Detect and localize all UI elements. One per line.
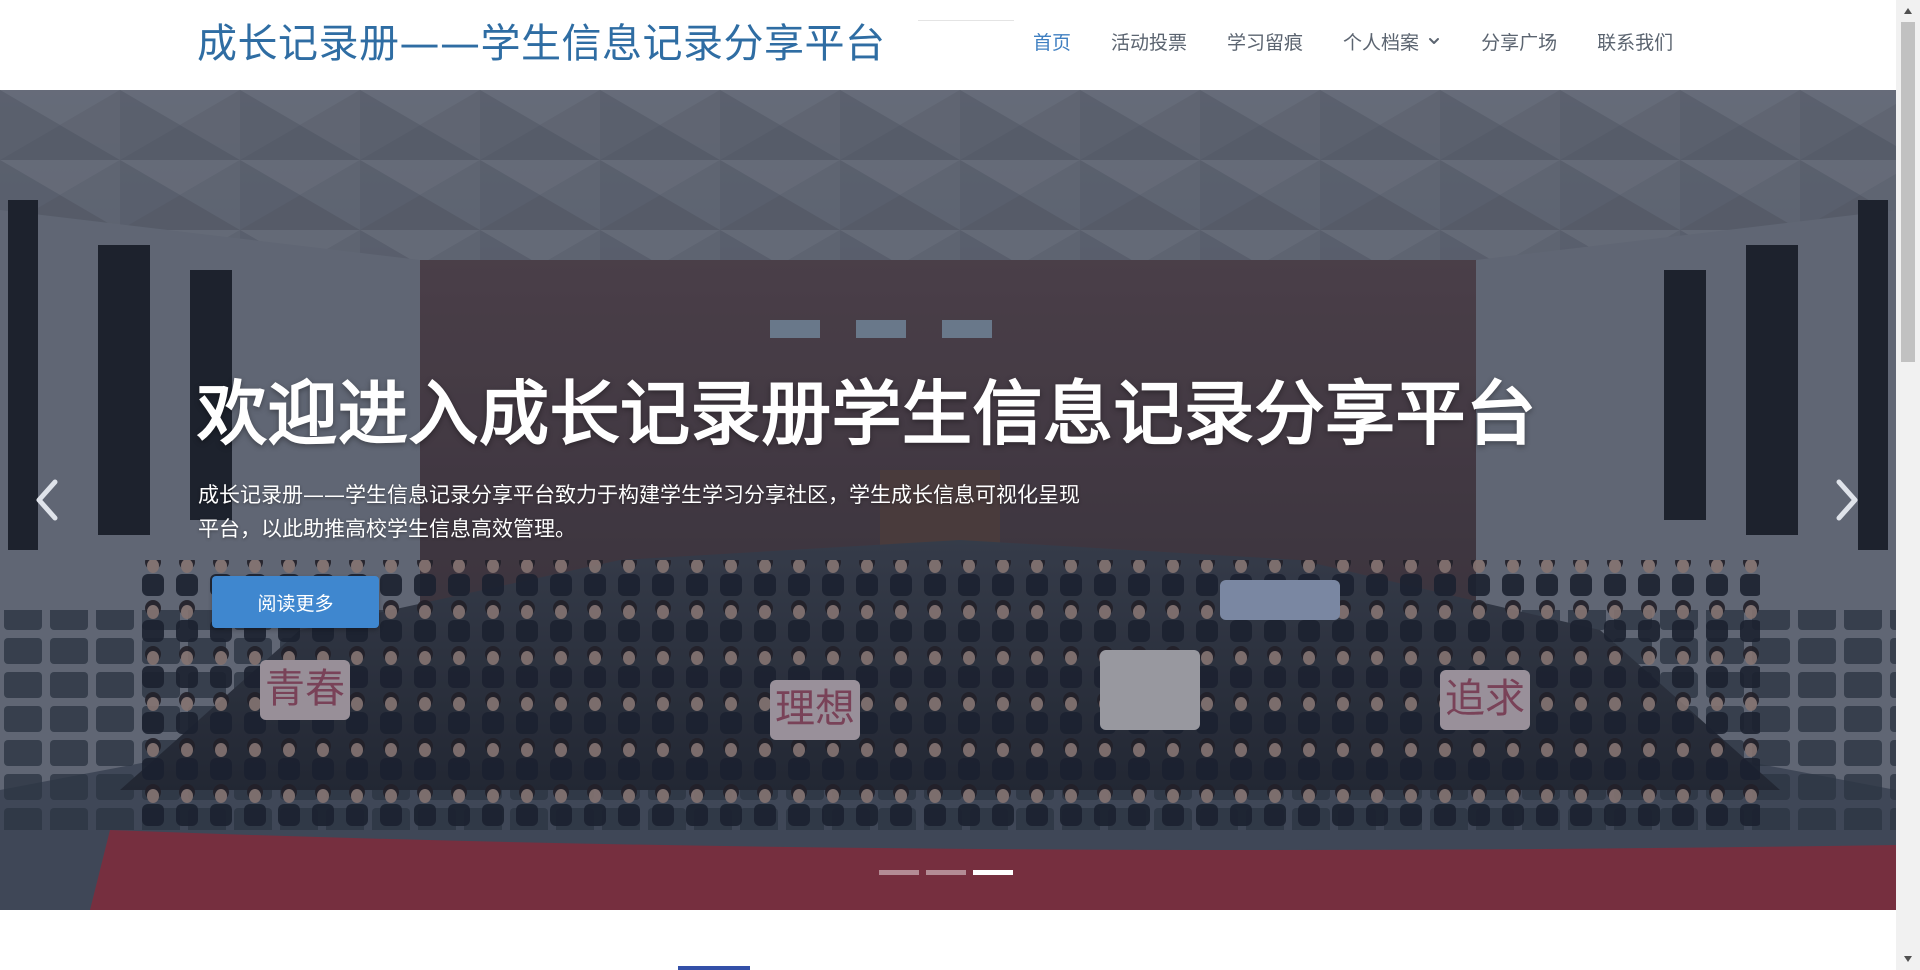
brand-divider (918, 20, 1014, 21)
scrollbar-thumb[interactable] (1901, 22, 1915, 362)
nav-item-voting[interactable]: 活动投票 (1091, 28, 1207, 55)
scroll-down-button[interactable] (1896, 948, 1920, 970)
nav-item-label: 首页 (1033, 31, 1072, 54)
nav-item-home[interactable]: 首页 (1013, 28, 1091, 55)
triangle-up-icon (1904, 8, 1912, 14)
carousel-indicator-3[interactable] (973, 870, 1013, 875)
nav-item-study-trace[interactable]: 学习留痕 (1207, 28, 1323, 55)
site-header: 成长记录册——学生信息记录分享平台 首页 活动投票 学习留痕 个人档案 分享广场 (0, 0, 1896, 90)
chevron-down-icon (1429, 38, 1440, 44)
nav-item-share-square[interactable]: 分享广场 (1461, 28, 1577, 55)
carousel-next-button[interactable] (1826, 470, 1866, 530)
carousel-indicator-2[interactable] (926, 870, 966, 875)
hero-title: 欢迎进入成长记录册学生信息记录分享平台 (197, 373, 1537, 455)
nav-item-label: 活动投票 (1111, 31, 1188, 54)
main-nav: 首页 活动投票 学习留痕 个人档案 分享广场 联系我们 (1013, 0, 1693, 82)
nav-item-profile[interactable]: 个人档案 (1323, 28, 1461, 55)
nav-item-label: 分享广场 (1481, 31, 1558, 54)
read-more-button[interactable]: 阅读更多 (212, 576, 379, 628)
site-brand[interactable]: 成长记录册——学生信息记录分享平台 (197, 14, 886, 74)
triangle-down-icon (1904, 956, 1912, 962)
nav-item-label: 个人档案 (1343, 31, 1420, 54)
hero-description: 成长记录册——学生信息记录分享平台致力于构建学生学习分享社区，学生成长信息可视化… (198, 483, 1080, 541)
nav-item-label: 联系我们 (1597, 31, 1674, 54)
scroll-up-button[interactable] (1896, 0, 1920, 22)
hero-carousel: 青春 理想 追求 欢迎进入成长记录册学生信息记录分享平台 成长记录册——学生信息… (0, 90, 1896, 910)
page: 成长记录册——学生信息记录分享平台 首页 活动投票 学习留痕 个人档案 分享广场 (0, 0, 1920, 970)
nav-item-contact[interactable]: 联系我们 (1577, 28, 1693, 55)
page-scrollbar[interactable] (1896, 0, 1920, 970)
page-content-start (0, 910, 1896, 970)
content-section-peek (678, 966, 750, 970)
chevron-right-icon (1836, 479, 1858, 521)
chevron-left-icon (36, 479, 58, 521)
carousel-indicator-1[interactable] (879, 870, 919, 875)
carousel-prev-button[interactable] (28, 470, 68, 530)
carousel-indicators (879, 870, 1013, 875)
nav-item-label: 学习留痕 (1227, 31, 1304, 54)
